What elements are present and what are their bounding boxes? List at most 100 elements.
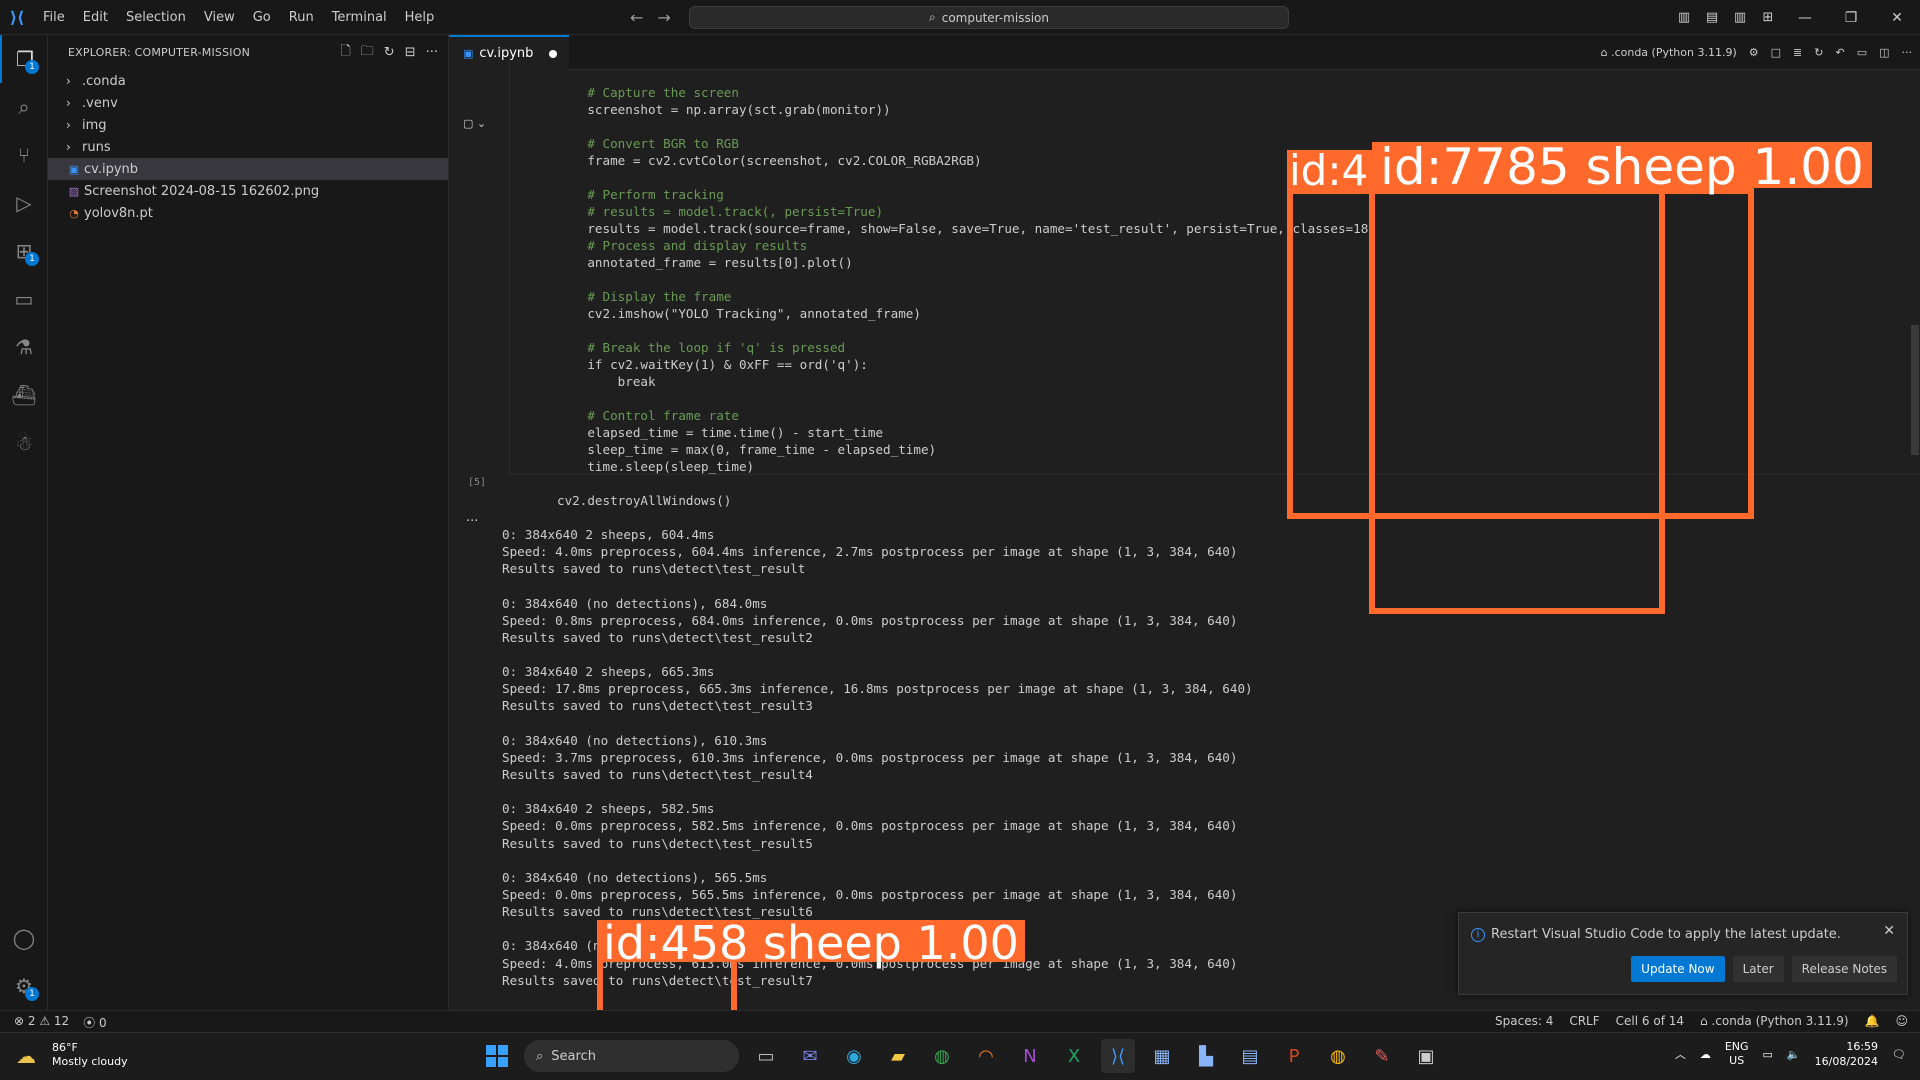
code-editor[interactable]: # Capture the screen screenshot = np.arr… (449, 70, 1904, 508)
notebook-file-icon: ▣ (68, 162, 80, 176)
ports-indicator[interactable]: ⦿ 0 (83, 1014, 106, 1031)
forward-arrow-icon[interactable]: → (657, 8, 670, 27)
weather-widget[interactable]: ☁ 86°F Mostly cloudy (16, 1041, 128, 1069)
run-debug-icon[interactable]: ▷ (0, 179, 48, 227)
calculator-icon[interactable]: ▦ (1145, 1039, 1179, 1073)
menu-terminal[interactable]: Terminal (323, 0, 396, 35)
teams-chat-icon[interactable]: ✉ (793, 1039, 827, 1073)
clock[interactable]: 16:59 16/08/2024 (1815, 1039, 1878, 1069)
eol-status[interactable]: CRLF (1569, 1014, 1599, 1028)
refresh-icon[interactable]: ↻ (384, 45, 395, 60)
notepad-icon[interactable]: ▤ (1233, 1039, 1267, 1073)
menu-go[interactable]: Go (244, 0, 280, 35)
volume-icon[interactable]: 🔈 (1787, 1048, 1801, 1061)
network-icon[interactable]: ▭ (1763, 1048, 1773, 1061)
taskbar-search[interactable]: ⌕ Search (524, 1040, 739, 1072)
toggle-sidebar-icon[interactable]: ▥ (1670, 10, 1698, 25)
menu-file[interactable]: File (34, 0, 74, 35)
tree-file-yolov8n[interactable]: ◔ yolov8n.pt (48, 202, 448, 224)
tree-file-screenshot[interactable]: ▨ Screenshot 2024-08-15 162602.png (48, 180, 448, 202)
menu-help[interactable]: Help (396, 0, 444, 35)
minimize-icon[interactable]: — (1782, 10, 1828, 26)
code-lines: # Capture the screen screenshot = np.arr… (557, 84, 1376, 509)
task-manager-icon[interactable]: ▙ (1189, 1039, 1223, 1073)
source-control-icon[interactable]: ⑂ (0, 131, 48, 179)
menu-view[interactable]: View (195, 0, 244, 35)
indentation-status[interactable]: Spaces: 4 (1495, 1014, 1553, 1028)
output-line: Results saved to runs\detect\test_result… (502, 698, 813, 714)
search-view-icon[interactable]: ⌕ (0, 83, 48, 131)
new-folder-icon[interactable]: 🗀 (361, 42, 374, 64)
powerpoint-icon[interactable]: P (1277, 1039, 1311, 1073)
collapse-all-icon[interactable]: ⊟ (405, 45, 416, 60)
close-icon[interactable]: ✕ (1874, 10, 1920, 26)
code-line: results = model.track(source=frame, show… (557, 221, 1376, 236)
cell-position-status[interactable]: Cell 6 of 14 (1616, 1014, 1684, 1028)
tree-folder-venv[interactable]: › .venv (48, 92, 448, 114)
remote-explorer-icon[interactable]: ▭ (0, 275, 48, 323)
back-arrow-icon[interactable]: ← (630, 8, 643, 27)
tree-file-cv-ipynb[interactable]: ▣ cv.ipynb (48, 158, 448, 180)
toggle-panel-icon[interactable]: ▤ (1698, 10, 1726, 25)
copilot-status-icon[interactable]: ☺ (1895, 1014, 1908, 1028)
detection-label-sheep-7785: id:7785 sheep 1.00 (1372, 142, 1872, 192)
testing-icon[interactable]: ⚗ (0, 323, 48, 371)
start-button[interactable] (480, 1039, 514, 1073)
more-actions-icon[interactable]: ··· (426, 45, 438, 60)
tree-folder-runs[interactable]: › runs (48, 136, 448, 158)
release-notes-button[interactable]: Release Notes (1791, 956, 1897, 982)
toggle-secondary-sidebar-icon[interactable]: ▥ (1726, 10, 1754, 25)
chrome-profile-icon[interactable]: ◍ (1321, 1039, 1355, 1073)
code-line: if cv2.waitKey(1) & 0xFF == ord('q'): (557, 357, 868, 372)
new-file-icon[interactable]: 🗋 (340, 42, 350, 64)
scrollbar-thumb[interactable] (1911, 325, 1919, 455)
command-center-search[interactable]: ⌕ computer-mission (689, 6, 1289, 29)
output-more-icon[interactable]: ... (466, 510, 478, 525)
tree-folder-img[interactable]: › img (48, 114, 448, 136)
output-line: 0: 384x640 (no detections), 565.5ms (502, 869, 768, 885)
copilot-icon[interactable]: ☃ (0, 419, 48, 467)
vscode-taskbar-icon[interactable]: ⟩⟨ (1101, 1039, 1135, 1073)
task-view-icon[interactable]: ▭ (749, 1039, 783, 1073)
chrome-icon[interactable]: ◍ (925, 1039, 959, 1073)
restore-icon[interactable]: ❐ (1828, 10, 1874, 26)
error-icon: ⊗ (14, 1014, 28, 1028)
notification-center-icon[interactable]: 🗨 (1892, 1048, 1906, 1061)
file-explorer-icon[interactable]: ▰ (881, 1039, 915, 1073)
extensions-icon[interactable]: ⊞ 1 (0, 227, 48, 275)
code-line: cv2.imshow("YOLO Tracking", annotated_fr… (557, 306, 921, 321)
menu-edit[interactable]: Edit (74, 0, 117, 35)
onedrive-icon[interactable]: ☁ (1700, 1048, 1711, 1061)
status-bar: ⊗ 2 ⚠ 12 ⦿ 0 Spaces: 4 CRLF Cell 6 of 14… (0, 1010, 1920, 1032)
customize-layout-icon[interactable]: ⊞ (1754, 10, 1782, 25)
manage-gear-icon[interactable]: ⚙ 1 (0, 962, 48, 1010)
output-line: 0: 384x640 2 sheeps, 665.3ms (502, 664, 715, 680)
app-window-icon[interactable]: ▣ (1409, 1039, 1443, 1073)
edge-browser-icon[interactable]: ◉ (837, 1039, 871, 1073)
excel-icon[interactable]: X (1057, 1039, 1091, 1073)
chevron-right-icon: › (66, 96, 71, 110)
language-indicator[interactable]: ENG US (1725, 1040, 1749, 1068)
tree-folder-conda[interactable]: › .conda (48, 70, 448, 92)
activity-bar: ❐ 1 ⌕ ⑂ ▷ ⊞ 1 ▭ ⚗ ⛴ ☃ ◯ ⚙ 1 (0, 35, 48, 1010)
menu-run[interactable]: Run (280, 0, 323, 35)
menu-selection[interactable]: Selection (117, 0, 195, 35)
output-line: Results saved to runs\detect\test_result (502, 561, 806, 577)
tree-file-label: cv.ipynb (84, 161, 139, 177)
update-now-button[interactable]: Update Now (1631, 956, 1725, 982)
onenote-icon[interactable]: N (1013, 1039, 1047, 1073)
notifications-bell-icon[interactable]: 🔔 (1865, 1014, 1880, 1028)
tray-overflow-icon[interactable]: ︿ (1675, 1046, 1686, 1062)
later-button[interactable]: Later (1732, 956, 1784, 982)
accounts-icon[interactable]: ◯ (0, 914, 48, 962)
problems-indicator[interactable]: ⊗ 2 ⚠ 12 (14, 1014, 69, 1031)
detection-label-sheep-458: id:458 sheep 1.00 (597, 920, 1025, 966)
explorer-icon[interactable]: ❐ 1 (0, 35, 48, 83)
docker-icon[interactable]: ⛴ (0, 371, 48, 419)
menu-bar: File Edit Selection View Go Run Terminal… (34, 0, 443, 35)
kernel-status[interactable]: ⌂ .conda (Python 3.11.9) (1700, 1014, 1849, 1028)
jupyter-icon[interactable]: ◠ (969, 1039, 1003, 1073)
paint-icon[interactable]: ✎ (1365, 1039, 1399, 1073)
notification-close-icon[interactable]: ✕ (1883, 923, 1895, 939)
